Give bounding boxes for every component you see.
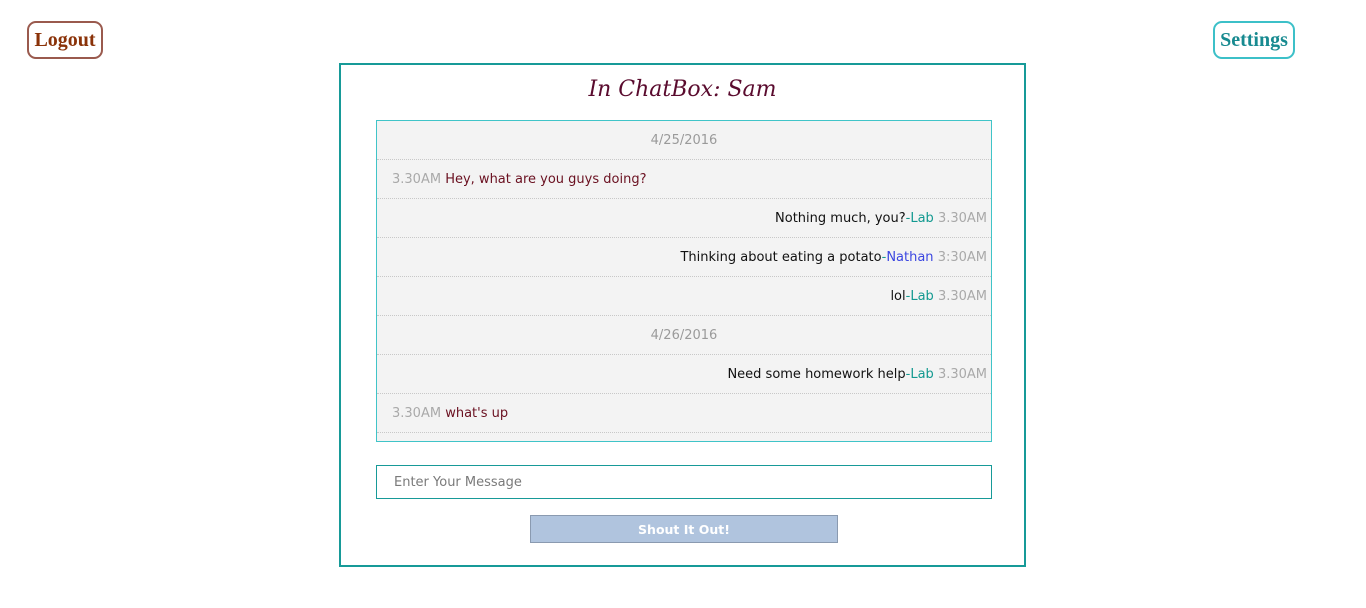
message-row-other: Thinking about eating a potato - Nathan … — [377, 238, 991, 277]
message-author: Lab — [910, 366, 934, 382]
message-text: Hey, what are you guys doing? — [445, 171, 647, 187]
message-row-own: 3.30AM Hey, what are you guys doing? — [377, 160, 991, 199]
shout-it-out-button[interactable]: Shout It Out! — [530, 515, 838, 543]
message-text: Thinking about eating a potato — [680, 249, 882, 265]
message-time: 3.30AM — [392, 171, 442, 187]
settings-button[interactable]: Settings — [1213, 21, 1295, 59]
chatbox-panel: In ChatBox: Sam 4/25/2016 3.30AM Hey, wh… — [339, 63, 1026, 567]
message-row-other: Need some homework help - Lab 3.30AM — [377, 355, 991, 394]
message-time: 3.30AM — [392, 405, 442, 421]
message-time: 3.30AM — [937, 210, 987, 226]
message-row-other: Nothing much, you? - Lab 3.30AM — [377, 199, 991, 238]
chatbox-title: In ChatBox: Sam — [588, 77, 777, 102]
message-author: Lab — [910, 288, 934, 304]
message-time: 3.30AM — [937, 288, 987, 304]
message-time: 3:30AM — [937, 249, 987, 265]
message-log[interactable]: 4/25/2016 3.30AM Hey, what are you guys … — [376, 120, 992, 442]
message-text: Need some homework help — [727, 366, 906, 382]
date-separator: 4/25/2016 — [377, 121, 991, 160]
message-input[interactable] — [376, 465, 992, 499]
message-row-own: 3.30AM what's up — [377, 394, 991, 433]
message-text: what's up — [445, 405, 509, 421]
message-author: Lab — [910, 210, 934, 226]
message-text: lol — [890, 288, 906, 304]
date-separator: 4/26/2016 — [377, 316, 991, 355]
message-row-other: lol - Lab 3.30AM — [377, 277, 991, 316]
logout-button[interactable]: Logout — [27, 21, 103, 59]
message-text: Nothing much, you? — [775, 210, 906, 226]
message-author: Nathan — [886, 249, 934, 265]
message-time: 3.30AM — [937, 366, 987, 382]
